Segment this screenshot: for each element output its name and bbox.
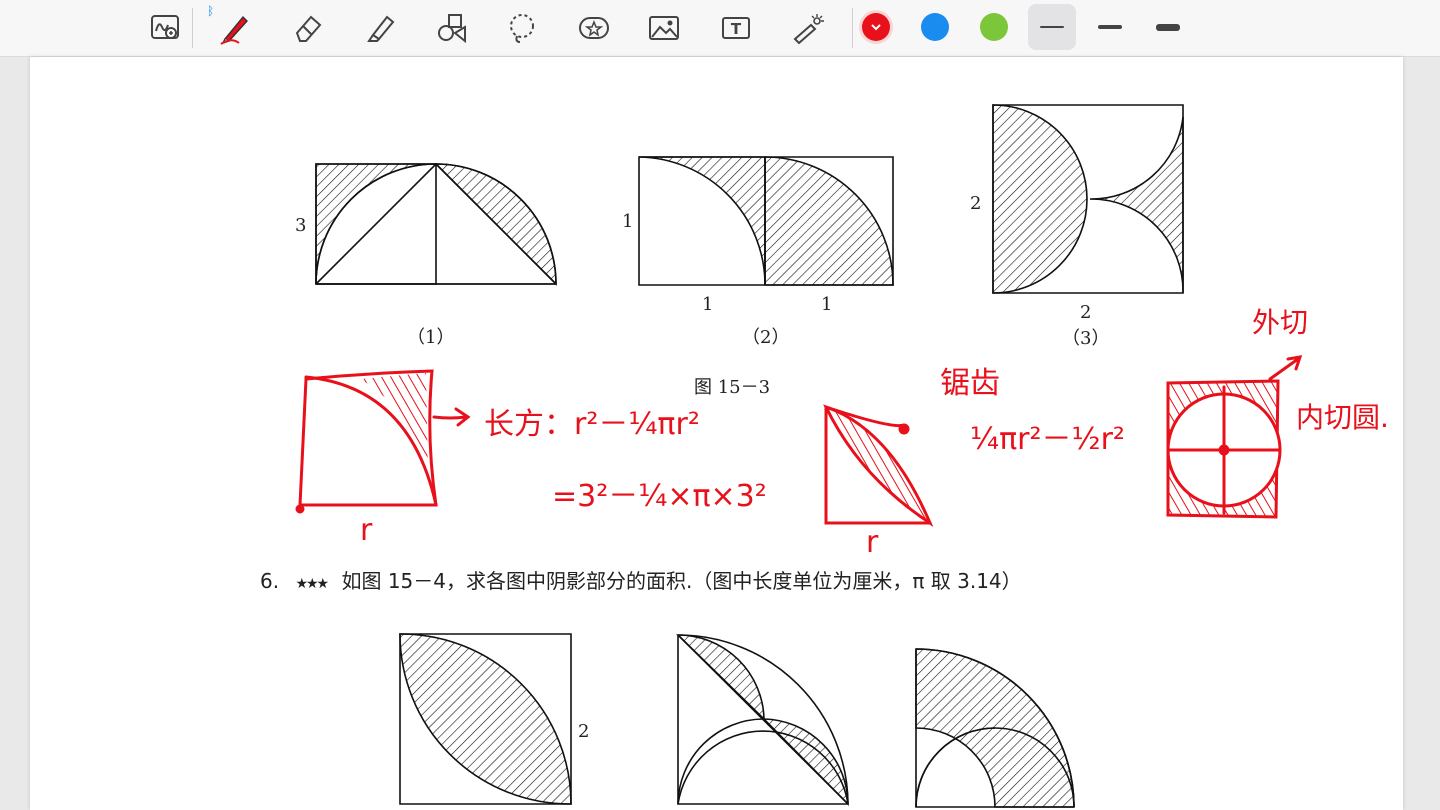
toolbar-divider — [192, 8, 193, 48]
difficulty-stars: ★★★ — [295, 576, 329, 592]
figure-15-4-sub3 — [915, 648, 1075, 808]
problem-statement: 如图 15－4，求各图中阴影部分的面积.（图中长度单位为厘米，π 取 3.14） — [341, 569, 1022, 593]
color-green-swatch[interactable] — [980, 13, 1008, 41]
annotation-3-formula: ¼πr²－½r² — [970, 422, 1125, 457]
figure-15-3-sub3 — [992, 104, 1184, 294]
fig4-1-side-label: 2 — [578, 721, 589, 742]
figure-15-3-sub1 — [315, 162, 557, 286]
zoom-handwriting-icon — [151, 15, 179, 39]
color-blue-swatch[interactable] — [921, 13, 949, 41]
annotation-sketch-2 — [823, 404, 934, 527]
annotation-sketch-4 — [1166, 355, 1303, 519]
annotation-4-side: 内切圆. — [1296, 401, 1389, 434]
shapes-icon — [438, 14, 466, 44]
chevron-down-icon — [871, 24, 881, 31]
laser-pointer-button[interactable] — [786, 6, 830, 50]
pen-icon — [220, 15, 248, 45]
annotation-sketch-1 — [295, 369, 471, 514]
problem-number: 6. — [260, 569, 280, 593]
eraser-button[interactable] — [286, 6, 330, 50]
fig3-side-label: 2 — [970, 193, 981, 214]
highlighter-icon — [367, 15, 395, 42]
drawing-toolbar: ᛒ T — [0, 0, 1440, 57]
stroke-medium-button[interactable] — [1086, 4, 1134, 50]
stroke-medium-icon — [1098, 25, 1122, 29]
image-icon — [649, 16, 679, 40]
shapes-button[interactable] — [430, 6, 474, 50]
stroke-thin-button[interactable] — [1028, 4, 1076, 50]
star-sticker-icon — [579, 17, 609, 39]
annotation-1-r: r — [360, 513, 373, 548]
figure-15-3-caption: 图 15－3 — [694, 377, 770, 398]
laser-pointer-icon — [793, 14, 824, 45]
document-page[interactable]: 3 （1） 1 1 1 （2） 2 2 （3） 图 15－3 r 长方：r²－¼… — [30, 57, 1403, 810]
problem-6: 6. ★★★ 如图 15－4，求各图中阴影部分的面积.（图中长度单位为厘米，π … — [260, 565, 1022, 594]
lasso-button[interactable] — [500, 6, 544, 50]
image-button[interactable] — [642, 6, 686, 50]
text-box-icon: T — [722, 17, 750, 39]
eraser-icon — [295, 15, 322, 42]
fig2-sub-label: （2） — [742, 327, 789, 348]
stroke-thick-icon — [1156, 23, 1180, 31]
color-red-swatch[interactable] — [862, 13, 890, 41]
figure-15-4-sub2 — [676, 634, 849, 806]
stroke-thin-icon — [1040, 26, 1064, 28]
figure-15-4-sub1 — [399, 633, 572, 805]
fig2-bottom-right-label: 1 — [821, 294, 832, 315]
annotation-1-line1: 长方：r²－¼πr² — [484, 407, 700, 442]
zoom-handwriting-button[interactable] — [144, 6, 188, 50]
sticker-button[interactable] — [572, 6, 616, 50]
lasso-icon — [510, 14, 534, 43]
annotation-2-r: r — [866, 525, 879, 560]
annotation-3-title: 锯齿 — [940, 366, 1000, 401]
annotation-4-top: 外切 — [1252, 306, 1308, 339]
fig3-sub-label: （3） — [1062, 328, 1109, 349]
fig3-bottom-label: 2 — [1080, 302, 1091, 323]
text-tool-glyph: T — [731, 20, 742, 38]
highlighter-button[interactable] — [358, 6, 402, 50]
pen-button[interactable] — [212, 6, 256, 50]
bluetooth-icon: ᛒ — [207, 4, 215, 18]
text-box-button[interactable]: T — [714, 6, 758, 50]
figure-15-3-sub2 — [638, 156, 894, 286]
fig2-side-label: 1 — [622, 211, 633, 232]
annotation-1-line2: =3²－¼×π×3² — [552, 479, 767, 514]
page-canvas: 3 （1） 1 1 1 （2） 2 2 （3） 图 15－3 r 长方：r²－¼… — [295, 104, 1389, 808]
fig1-sub-label: （1） — [407, 327, 454, 348]
toolbar-divider — [852, 8, 853, 48]
stroke-thick-button[interactable] — [1144, 4, 1192, 50]
fig1-side-label: 3 — [295, 215, 306, 236]
fig2-bottom-left-label: 1 — [702, 294, 713, 315]
